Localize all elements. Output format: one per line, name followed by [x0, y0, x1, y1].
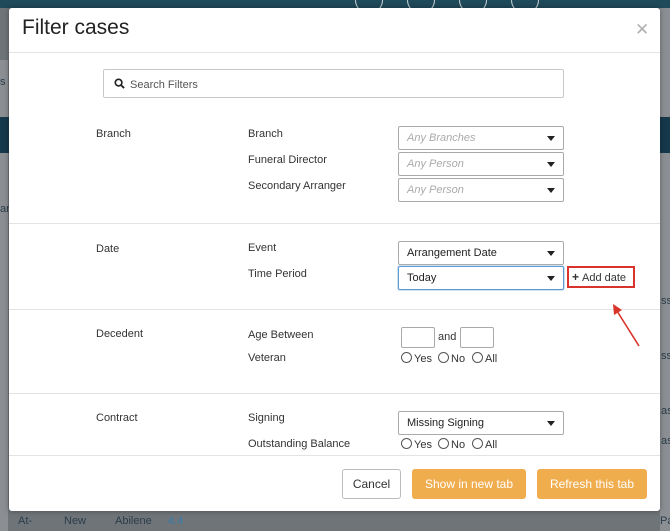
time-period-select[interactable]: Today — [398, 266, 564, 290]
branch-select-placeholder: Any Branches — [407, 132, 476, 144]
field-label-age-between: Age Between — [248, 329, 314, 341]
time-period-value: Today — [407, 272, 437, 284]
cancel-button[interactable]: Cancel — [342, 469, 401, 499]
field-label-signing: Signing — [248, 412, 285, 424]
section-label-branch: Branch — [96, 128, 131, 140]
chevron-down-icon — [547, 136, 555, 141]
show-in-new-tab-button[interactable]: Show in new tab — [412, 469, 526, 499]
bg-cell: New — [64, 515, 87, 527]
balance-radio-no[interactable]: No — [438, 438, 465, 451]
chevron-down-icon — [547, 188, 555, 193]
radio-label: No — [451, 439, 466, 451]
bg-text: Pass — [660, 515, 670, 527]
chevron-down-icon — [547, 276, 555, 281]
filter-cases-modal: Filter cases ✕ Branch Branch Funeral Dir… — [9, 8, 660, 511]
field-label-outstanding-balance: Outstanding Balance — [248, 438, 351, 450]
radio-icon — [438, 352, 449, 363]
radio-label: Yes — [414, 353, 432, 365]
bg-cell: Abilene — [115, 515, 152, 527]
event-select[interactable]: Arrangement Date — [398, 241, 564, 265]
field-label-event: Event — [248, 242, 277, 254]
bg-cell: 4.4 — [168, 515, 184, 527]
field-label-secondary-arranger: Secondary Arranger — [248, 180, 346, 192]
title-divider — [9, 52, 660, 53]
secondary-arranger-select[interactable]: Any Person — [398, 178, 564, 202]
balance-radio-yes[interactable]: Yes — [401, 438, 432, 451]
section-divider — [9, 309, 660, 310]
chevron-down-icon — [547, 251, 555, 256]
signing-select-value: Missing Signing — [407, 417, 485, 429]
annotation-arrow-icon — [613, 304, 640, 347]
field-label-veteran: Veteran — [248, 352, 286, 364]
event-select-value: Arrangement Date — [407, 247, 497, 259]
age-min-input[interactable] — [401, 327, 435, 348]
add-date-label: Add date — [582, 272, 627, 284]
radio-label: All — [485, 439, 498, 451]
add-date-button[interactable]: + Add date — [567, 266, 635, 288]
balance-radio-all[interactable]: All — [472, 438, 497, 451]
bg-text: asse — [661, 435, 670, 447]
bg-text: ase — [661, 405, 670, 417]
signing-select[interactable]: Missing Signing — [398, 411, 564, 435]
radio-icon — [401, 352, 412, 363]
section-label-decedent: Decedent — [96, 328, 144, 340]
search-input[interactable] — [128, 73, 552, 97]
field-label-time-period: Time Period — [248, 268, 307, 280]
and-label: and — [438, 331, 457, 343]
radio-icon — [438, 438, 449, 449]
radio-label: Yes — [414, 439, 432, 451]
bg-text: sse — [661, 350, 670, 362]
section-label-contract: Contract — [96, 412, 138, 424]
close-icon[interactable]: ✕ — [635, 20, 649, 40]
radio-label: No — [451, 353, 466, 365]
bg-text: ss — [661, 295, 670, 307]
veteran-radio-yes[interactable]: Yes — [401, 352, 432, 365]
chevron-down-icon — [547, 162, 555, 167]
section-divider — [9, 393, 660, 394]
section-divider — [9, 223, 660, 224]
branch-select[interactable]: Any Branches — [398, 126, 564, 150]
field-label-branch: Branch — [248, 128, 283, 140]
plus-icon: + — [572, 270, 580, 284]
search-icon — [114, 78, 125, 89]
section-label-date: Date — [96, 243, 120, 255]
funeral-director-select[interactable]: Any Person — [398, 152, 564, 176]
funeral-director-placeholder: Any Person — [407, 158, 464, 170]
field-label-funeral-director: Funeral Director — [248, 154, 327, 166]
radio-icon — [472, 438, 483, 449]
footer-divider — [9, 455, 660, 456]
radio-icon — [401, 438, 412, 449]
age-max-input[interactable] — [460, 327, 494, 348]
refresh-this-tab-button[interactable]: Refresh this tab — [537, 469, 647, 499]
app-right-area — [660, 8, 670, 531]
app-top-bar — [0, 0, 670, 8]
bg-text: s — [0, 76, 6, 88]
chevron-down-icon — [547, 421, 555, 426]
veteran-radio-no[interactable]: No — [438, 352, 465, 365]
secondary-arranger-placeholder: Any Person — [407, 184, 464, 196]
radio-icon — [472, 352, 483, 363]
radio-label: All — [485, 353, 498, 365]
veteran-radio-all[interactable]: All — [472, 352, 497, 365]
bg-cell: At- — [18, 515, 33, 527]
search-filters — [103, 69, 564, 98]
modal-title: Filter cases — [22, 16, 130, 39]
